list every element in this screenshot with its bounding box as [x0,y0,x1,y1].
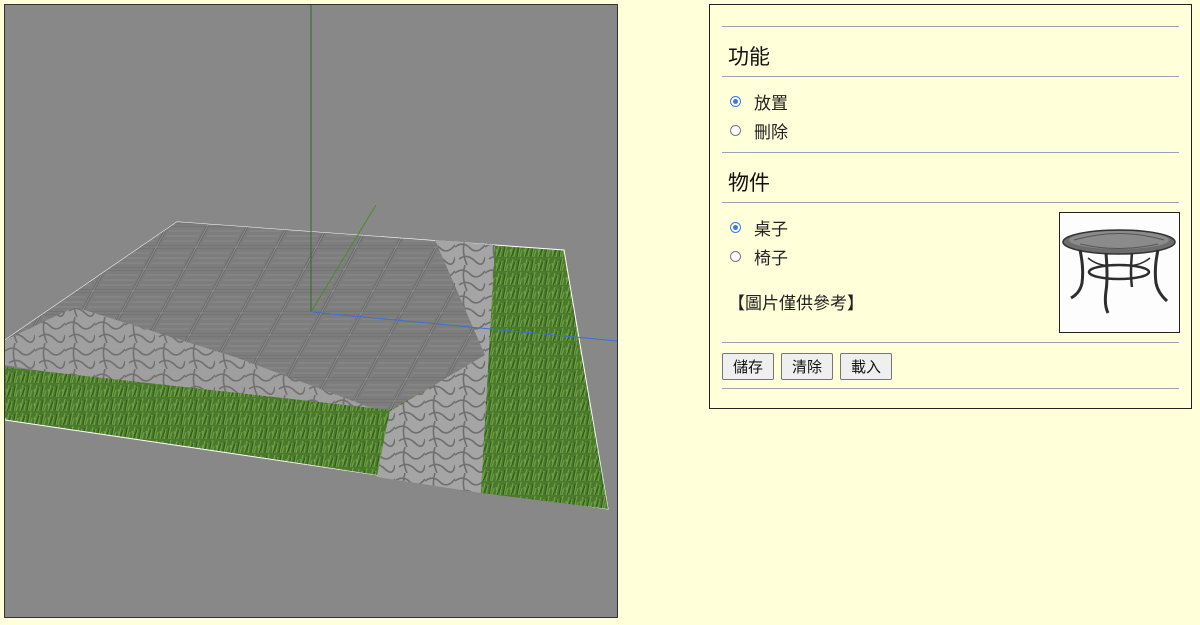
radio-option-table[interactable]: 桌子 [730,215,788,240]
load-button[interactable]: 載入 [840,353,893,380]
divider [722,26,1179,27]
function-section-title: 功能 [728,45,770,69]
radio-label-chair: 椅子 [754,249,788,269]
radio-button-table[interactable] [730,222,741,233]
radio-button-place[interactable] [730,96,741,107]
save-button[interactable]: 儲存 [722,353,775,380]
scene-canvas[interactable] [5,5,617,617]
radio-option-delete[interactable]: 刪除 [730,118,788,143]
grass-strip-right [481,249,608,509]
divider [722,342,1179,343]
divider [722,152,1179,153]
radio-button-chair[interactable] [730,251,741,262]
radio-label-delete: 刪除 [754,123,788,143]
clear-button[interactable]: 清除 [781,353,834,380]
divider [722,388,1179,389]
reference-note: 【圖片僅供參考】 [728,294,864,314]
radio-button-delete[interactable] [730,125,741,136]
divider [722,202,1179,203]
radio-option-chair[interactable]: 椅子 [730,244,788,269]
object-section-title: 物件 [728,171,770,195]
table-icon [1062,229,1176,314]
object-preview-image [1059,212,1180,333]
control-panel: 功能 放置 刪除 物件 桌子 椅子 【圖片僅供參考】 儲存 清除 載入 [709,4,1192,409]
radio-option-place[interactable]: 放置 [730,89,788,114]
radio-label-place: 放置 [754,94,788,114]
radio-label-table: 桌子 [754,220,788,240]
3d-viewport[interactable] [4,4,618,618]
divider [722,76,1179,77]
